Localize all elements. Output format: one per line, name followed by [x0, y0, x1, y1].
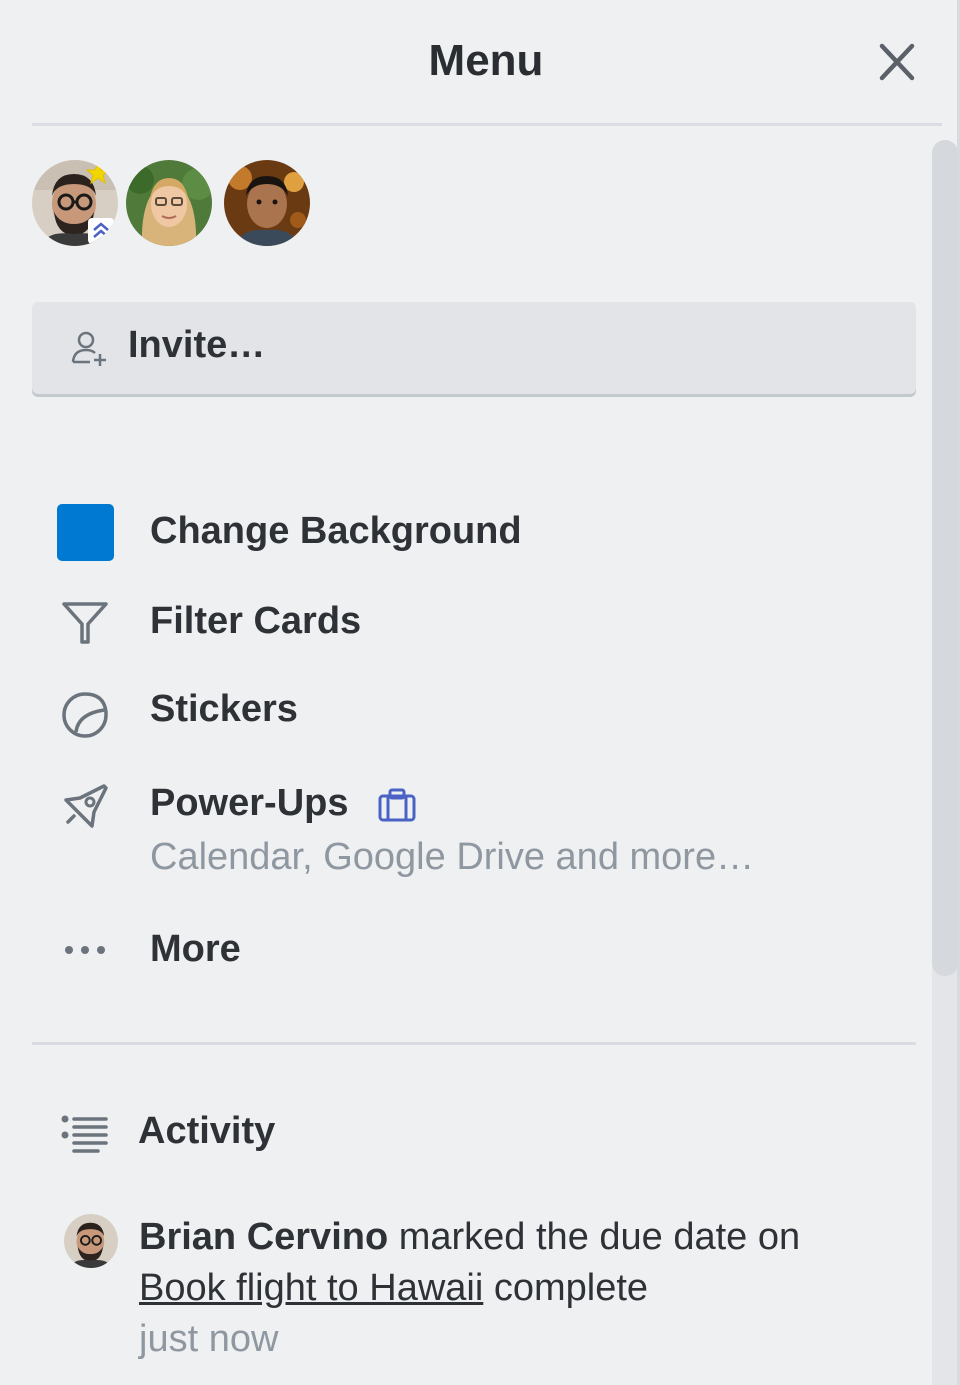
- member-avatar-2[interactable]: [126, 160, 212, 246]
- scrollbar[interactable]: [932, 140, 958, 1385]
- briefcase-icon: [378, 788, 416, 822]
- activity-member-name[interactable]: Brian Cervino: [139, 1216, 388, 1258]
- avatar: [126, 160, 212, 246]
- invite-button[interactable]: Invite…: [32, 302, 916, 394]
- menu-header: Menu: [0, 0, 960, 124]
- avatar: [64, 1214, 118, 1268]
- activity-action-text: marked the due date on: [388, 1216, 801, 1258]
- activity-timestamp[interactable]: just now: [139, 1314, 919, 1365]
- member-avatar-1[interactable]: [32, 160, 118, 246]
- activity-header: Activity: [60, 1108, 560, 1160]
- sticker-icon: [62, 692, 108, 738]
- header-divider: [32, 123, 942, 126]
- power-ups-subtitle: Calendar, Google Drive and more…: [150, 836, 755, 878]
- chevrons-up-badge: [88, 218, 114, 244]
- stickers-label: Stickers: [150, 688, 298, 730]
- activity-title: Activity: [138, 1110, 276, 1152]
- filter-icon: [62, 602, 108, 644]
- more-label: More: [150, 928, 241, 970]
- add-person-icon: [71, 331, 106, 366]
- menu-item-filter-cards[interactable]: Filter Cards: [40, 594, 900, 650]
- change-background-label: Change Background: [150, 510, 522, 552]
- scrollbar-thumb[interactable]: [932, 140, 958, 976]
- filter-cards-label: Filter Cards: [150, 600, 362, 642]
- activity-entry-text: Brian Cervino marked the due date on Boo…: [139, 1212, 919, 1365]
- member-avatar-3[interactable]: [224, 160, 310, 246]
- rocket-icon: [64, 784, 108, 828]
- board-menu-panel: Menu Invite… Change Background Filter Ca…: [0, 0, 960, 1385]
- background-swatch: [57, 504, 114, 561]
- activity-list-icon: [61, 1115, 108, 1153]
- menu-item-power-ups[interactable]: Power-Ups Calendar, Google Drive and mor…: [40, 780, 900, 890]
- section-divider: [32, 1042, 916, 1045]
- menu-item-stickers[interactable]: Stickers: [40, 686, 900, 742]
- activity-suffix-text: complete: [483, 1267, 649, 1309]
- power-ups-label: Power-Ups: [150, 782, 349, 824]
- close-icon: [879, 43, 915, 81]
- menu-item-more[interactable]: More: [40, 924, 900, 980]
- close-button[interactable]: [872, 40, 922, 86]
- invite-label: Invite…: [128, 324, 266, 366]
- menu-title: Menu: [428, 36, 544, 85]
- activity-card-link[interactable]: Book flight to Hawaii: [139, 1267, 483, 1309]
- star-badge: [86, 162, 110, 184]
- avatar: [224, 160, 310, 246]
- menu-item-change-background[interactable]: Change Background: [40, 500, 900, 566]
- activity-entry-avatar[interactable]: [64, 1214, 118, 1268]
- ellipsis-icon: [65, 946, 105, 954]
